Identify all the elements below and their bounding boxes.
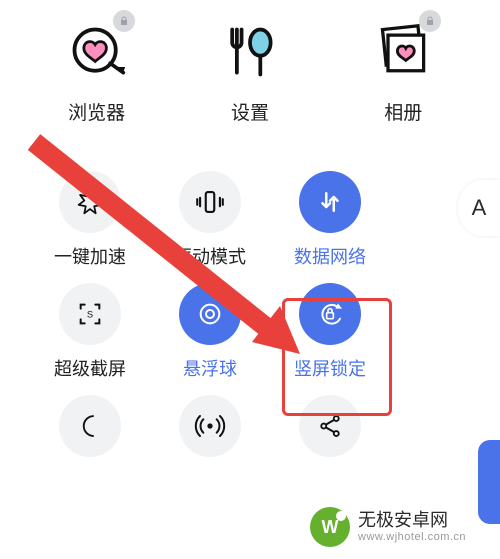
qs-item-speed-boost[interactable]: 一键加速	[30, 171, 150, 269]
watermark-logo: W	[310, 507, 350, 547]
qs-item-vibrate[interactable]: 振动模式	[150, 171, 270, 269]
qs-item-portrait-lock[interactable]: 竖屏锁定	[270, 283, 390, 381]
app-label: 浏览器	[68, 98, 125, 125]
side-handle[interactable]	[478, 440, 500, 524]
qs-item-assistive-ball[interactable]: 悬浮球	[150, 283, 270, 381]
watermark: W 无极安卓网 www.wjhotel.com.cn	[310, 507, 466, 547]
browser-heart-icon	[65, 20, 129, 84]
qs-label: 竖屏锁定	[294, 355, 366, 381]
lock-icon	[113, 10, 135, 32]
app-item-settings[interactable]: 设置	[190, 20, 310, 125]
app-item-browser[interactable]: 浏览器	[37, 20, 157, 125]
app-shortcuts-row: 浏览器 设置	[0, 0, 500, 135]
gallery-icon	[371, 20, 435, 84]
qs-item-share[interactable]	[270, 395, 390, 467]
moon-dnd-icon	[59, 395, 121, 457]
qs-item-hotspot[interactable]	[150, 395, 270, 467]
app-label: 设置	[231, 98, 269, 125]
side-text-button[interactable]: A	[458, 180, 500, 236]
assistive-ball-icon	[179, 283, 241, 345]
side-text-label: A	[472, 195, 487, 221]
qs-label: 一键加速	[54, 243, 126, 269]
vibrate-icon	[179, 171, 241, 233]
settings-utensils-icon	[218, 20, 282, 84]
qs-label: 悬浮球	[183, 355, 237, 381]
watermark-url: www.wjhotel.com.cn	[358, 531, 466, 543]
qs-item-dnd[interactable]	[30, 395, 150, 467]
portrait-lock-icon	[299, 283, 361, 345]
svg-text:S: S	[87, 309, 93, 319]
app-item-gallery[interactable]: 相册	[343, 20, 463, 125]
quick-settings-grid: 一键加速 振动模式 数据网络 S	[0, 135, 420, 467]
super-screenshot-icon: S	[59, 283, 121, 345]
qs-label: 振动模式	[174, 243, 246, 269]
speed-boost-icon	[59, 171, 121, 233]
hotspot-icon	[179, 395, 241, 457]
qs-label: 数据网络	[294, 243, 366, 269]
qs-label: 超级截屏	[54, 355, 126, 381]
share-icon	[299, 395, 361, 457]
lock-icon	[419, 10, 441, 32]
qs-item-super-screenshot[interactable]: S 超级截屏	[30, 283, 150, 381]
data-network-icon	[299, 171, 361, 233]
qs-item-data-network[interactable]: 数据网络	[270, 171, 390, 269]
control-panel: 浏览器 设置	[0, 0, 500, 467]
watermark-title: 无极安卓网	[358, 511, 466, 531]
app-label: 相册	[384, 98, 422, 125]
